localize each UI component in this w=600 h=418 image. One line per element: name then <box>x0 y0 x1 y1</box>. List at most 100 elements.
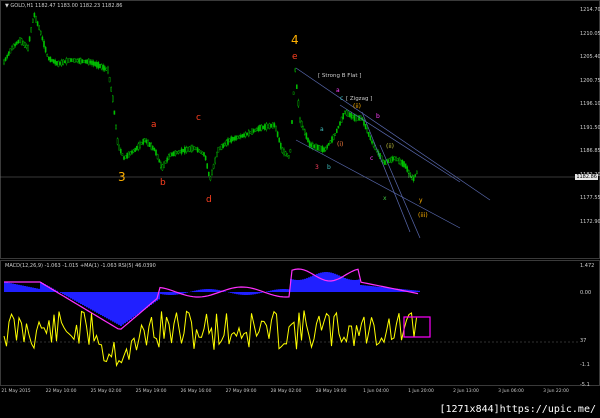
time-axis-label: 28 May 02:00 <box>270 389 302 394</box>
candle-body <box>76 59 79 62</box>
macd-histogram-bar <box>230 292 232 293</box>
candle-body <box>107 66 109 74</box>
macd-histogram-bar <box>356 279 358 292</box>
candle-body <box>180 148 183 154</box>
price-axis-label: 1200.75 <box>580 77 600 84</box>
candle-body <box>265 123 268 130</box>
candle-body <box>81 59 84 64</box>
macd-histogram-bar <box>92 292 94 311</box>
candle-body <box>262 125 265 129</box>
macd-histogram-bar <box>84 292 86 307</box>
wave-label-d: d <box>206 195 212 205</box>
candle-body <box>292 91 295 95</box>
candle-body <box>57 60 60 67</box>
candle-body <box>63 60 66 64</box>
macd-histogram-bar <box>122 292 124 325</box>
candle-body <box>288 155 290 159</box>
price-axis-label: 1196.10 <box>580 101 600 107</box>
price-axis-label: 1210.05 <box>580 30 600 37</box>
macd-histogram-bar <box>296 279 298 292</box>
candle-body <box>270 124 273 128</box>
macd-histogram-bar <box>114 292 116 323</box>
candle-body <box>51 59 53 62</box>
macd-histogram-bar <box>298 279 300 292</box>
candle-body <box>337 125 340 129</box>
macd-histogram-bar <box>166 292 168 295</box>
macd-histogram-bar <box>412 290 414 292</box>
macd-histogram-bar <box>162 292 164 295</box>
macd-histogram-bar <box>216 289 218 292</box>
candle-body <box>401 160 404 167</box>
candle-body <box>172 151 175 157</box>
rsi-line <box>3 310 417 368</box>
macd-histogram-bar <box>282 289 284 292</box>
wave-sub-3: 3 <box>315 164 319 171</box>
macd-histogram-bar <box>236 292 238 295</box>
macd-histogram-bar <box>26 286 28 292</box>
macd-histogram-bar <box>260 292 262 293</box>
macd-histogram-bar <box>72 292 74 300</box>
macd-histogram-bar <box>414 290 416 292</box>
candle-body <box>207 171 210 177</box>
candle-body <box>108 77 111 83</box>
candle-body <box>159 162 162 168</box>
candle-body <box>46 53 48 57</box>
candle-body <box>174 150 177 156</box>
candle-body <box>414 174 417 177</box>
candle-body <box>251 128 253 135</box>
macd-histogram-bar <box>88 292 90 309</box>
candle-body <box>143 138 146 142</box>
macd-histogram-bar <box>204 289 206 292</box>
wave-label-3: 3 <box>118 170 126 184</box>
time-axis-label: 3 Jun 06:00 <box>498 389 524 394</box>
candle-body <box>355 115 357 121</box>
candle-body <box>126 152 128 159</box>
candle-body <box>289 149 292 153</box>
candle-body <box>78 58 80 64</box>
candle-body <box>79 58 82 64</box>
macd-histogram-bar <box>82 292 84 306</box>
candle-body <box>95 61 98 68</box>
wave-sub-iv: iv <box>408 173 414 180</box>
candle-body <box>7 51 10 56</box>
candle-body <box>135 146 138 151</box>
candle-body <box>300 120 303 128</box>
macd-histogram-bar <box>380 287 382 292</box>
macd-signal-line <box>4 268 419 330</box>
candle-body <box>281 147 284 153</box>
candle-body <box>369 136 372 140</box>
candle-body <box>68 57 71 63</box>
macd-histogram-bar <box>12 283 14 292</box>
candle-body <box>392 156 394 162</box>
candle-body <box>40 31 42 35</box>
macd-histogram-bar <box>342 277 344 292</box>
time-axis-label: 21 May 2015 <box>1 389 31 394</box>
candle-body <box>127 151 130 158</box>
candle-body <box>44 46 47 53</box>
candle-body <box>201 151 204 155</box>
candle-body <box>316 144 319 151</box>
macd-histogram-bar <box>256 292 258 294</box>
candle-body <box>177 150 180 154</box>
candle-body <box>332 134 335 140</box>
candle-body <box>345 110 348 116</box>
candle-body <box>33 13 36 18</box>
candle-body <box>147 140 149 146</box>
candle-body <box>233 136 236 141</box>
macd-histogram-bar <box>70 292 72 299</box>
macd-histogram-bar <box>38 288 40 292</box>
candle-body <box>267 124 269 128</box>
candle-body <box>310 143 313 148</box>
macd-histogram-bar <box>292 279 294 292</box>
candle-body <box>171 152 173 157</box>
macd-histogram-bar <box>90 292 92 310</box>
channel-line-upper <box>295 67 491 201</box>
candle-body <box>348 112 351 117</box>
candle-body <box>54 60 56 65</box>
indicator-axis-label: -1.1 <box>580 362 590 368</box>
candle-body <box>372 142 375 147</box>
candle-body <box>244 132 247 137</box>
candle-body <box>214 157 217 164</box>
macd-histogram-bar <box>116 292 118 324</box>
macd-histogram-bar <box>142 292 144 311</box>
